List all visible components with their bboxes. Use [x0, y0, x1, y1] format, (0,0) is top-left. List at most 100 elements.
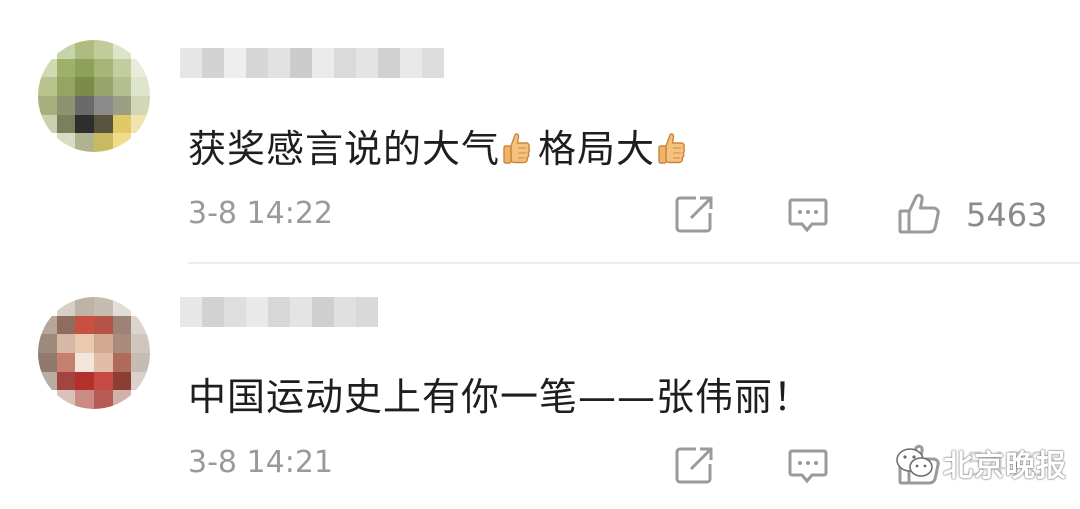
- avatar-pixel: [75, 390, 94, 409]
- username-pixel: [180, 297, 202, 327]
- avatar-pixel: [131, 133, 150, 152]
- divider: [188, 262, 1080, 264]
- avatar-pixel: [112, 334, 132, 353]
- avatar-pixel: [131, 95, 150, 115]
- like-thumb-icon[interactable]: [897, 192, 941, 236]
- username-pixel: [290, 297, 312, 327]
- username-pixel: [378, 48, 400, 78]
- username-pixel: [334, 297, 356, 327]
- like-count: 5463: [966, 196, 1048, 234]
- reply-comment-icon[interactable]: [786, 443, 830, 487]
- share-icon[interactable]: [672, 192, 716, 236]
- avatar-pixel: [56, 114, 76, 134]
- avatar-pixel: [38, 315, 57, 335]
- username-pixel: [334, 48, 356, 78]
- avatar-pixel: [93, 352, 113, 372]
- username-pixel: [400, 48, 422, 78]
- avatar-pixel: [38, 352, 57, 372]
- thumbs-up-emoji-icon: [503, 133, 531, 164]
- avatar-pixel: [131, 390, 150, 409]
- thumbs-up-emoji-icon: [658, 133, 686, 164]
- username-pixel: [290, 48, 312, 78]
- avatar-pixel: [38, 297, 57, 316]
- avatar-pixel: [56, 58, 76, 78]
- avatar-pixel: [93, 40, 113, 59]
- username-pixel: [356, 48, 378, 78]
- wechat-icon: [896, 448, 933, 477]
- username-pixel: [312, 297, 334, 327]
- avatar-pixel: [38, 95, 57, 115]
- avatar-pixel: [38, 114, 57, 134]
- username-pixel: [312, 48, 334, 78]
- avatar-pixel: [131, 334, 150, 353]
- avatar-pixel: [93, 371, 113, 391]
- comment-item: 获奖感言说的大气 格局大 3-8 14:22 5463: [0, 0, 1080, 262]
- avatar-pixel: [112, 40, 132, 59]
- avatar-pixel: [75, 371, 94, 391]
- avatar-pixel: [75, 58, 94, 78]
- avatar-pixel: [56, 77, 76, 96]
- avatar-pixel: [93, 77, 113, 96]
- avatar-pixel: [75, 95, 94, 115]
- avatar-pixel: [131, 315, 150, 335]
- avatar-pixel: [112, 95, 132, 115]
- avatar-pixel: [75, 40, 94, 59]
- avatar-pixel: [131, 58, 150, 78]
- username-blurred[interactable]: [180, 297, 378, 327]
- comment-text: 中国运动史上有你一笔——张伟丽！: [188, 375, 813, 419]
- avatar-pixel: [56, 334, 76, 353]
- avatar-pixel: [75, 315, 94, 335]
- avatar-pixel: [75, 133, 94, 152]
- comment-timestamp: 3-8 14:21: [188, 445, 333, 480]
- avatar-pixel: [75, 77, 94, 96]
- comment-text: 获奖感言说的大气 格局大: [188, 118, 693, 173]
- avatar-pixel: [131, 371, 150, 391]
- avatar-pixel: [38, 371, 57, 391]
- reply-comment-icon[interactable]: [786, 192, 830, 236]
- avatar-pixel: [75, 352, 94, 372]
- avatar-pixel: [38, 133, 57, 152]
- username-pixel: [202, 48, 224, 78]
- username-pixel: [224, 48, 246, 78]
- avatar-pixel: [93, 315, 113, 335]
- avatar-pixel: [56, 315, 76, 335]
- username-pixel: [422, 48, 444, 78]
- avatar-pixel: [56, 297, 76, 316]
- avatar-pixel: [131, 114, 150, 134]
- username-pixel: [246, 48, 268, 78]
- avatar-pixel: [56, 133, 76, 152]
- avatar-pixel: [112, 133, 132, 152]
- avatar-pixel: [93, 95, 113, 115]
- comment-timestamp: 3-8 14:22: [188, 196, 333, 231]
- avatar-pixel: [131, 352, 150, 372]
- watermark: 北京晚报: [895, 443, 1067, 484]
- username-pixel: [180, 48, 202, 78]
- avatar-pixel: [38, 58, 57, 78]
- avatar-pixel: [112, 315, 132, 335]
- avatar-pixel: [131, 40, 150, 59]
- avatar-pixel: [38, 390, 57, 409]
- avatar-pixel: [112, 390, 132, 409]
- avatar-pixel: [75, 297, 94, 316]
- watermark-text: 北京晚报: [943, 449, 1067, 484]
- avatar-pixel: [93, 334, 113, 353]
- avatar-pixel: [56, 371, 76, 391]
- avatar[interactable]: [38, 40, 150, 152]
- username-pixel: [268, 48, 290, 78]
- avatar-pixel: [112, 297, 132, 316]
- username-pixel: [224, 297, 246, 327]
- username-blurred[interactable]: [180, 48, 444, 78]
- avatar-pixel: [112, 114, 132, 134]
- comment-text-suffix: 格局大: [538, 127, 656, 171]
- avatar[interactable]: [38, 297, 150, 409]
- avatar-pixel: [56, 390, 76, 409]
- username-pixel: [356, 297, 378, 327]
- avatar-pixel: [112, 352, 132, 372]
- username-pixel: [202, 297, 224, 327]
- avatar-pixel: [75, 334, 94, 353]
- avatar-pixel: [93, 133, 113, 152]
- share-icon[interactable]: [672, 443, 716, 487]
- avatar-pixel: [131, 297, 150, 316]
- avatar-pixel: [38, 334, 57, 353]
- avatar-pixel: [75, 114, 94, 134]
